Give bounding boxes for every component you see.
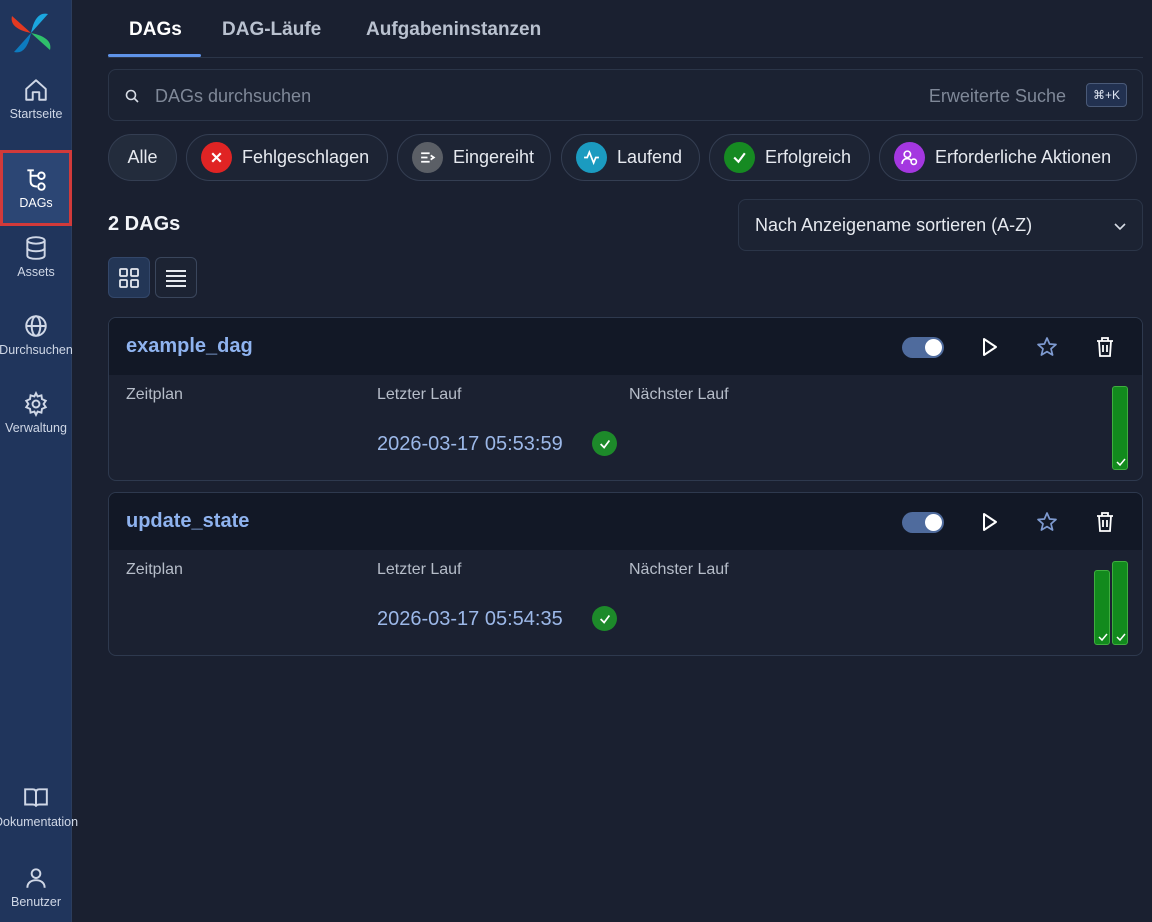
search-bar[interactable]: DAGs durchsuchen Erweiterte Suche ⌘+K <box>108 69 1143 121</box>
grid-view-button[interactable] <box>108 257 150 298</box>
schedule-label: Zeitplan <box>126 561 183 578</box>
activity-icon <box>576 142 607 173</box>
gear-icon <box>24 391 48 417</box>
trash-icon[interactable] <box>1093 335 1117 359</box>
search-input[interactable]: DAGs durchsuchen <box>155 86 311 107</box>
sidebar-item-durchsuchen[interactable]: Durchsuchen <box>0 300 73 370</box>
last-run-value[interactable]: 2026-03-17 05:54:35 <box>377 608 563 631</box>
dag-count: 2 DAGs <box>108 213 181 235</box>
filter-queued[interactable]: Eingereiht <box>397 134 551 181</box>
dag-card: update_state Zeitplan Letzter Lauf Nächs… <box>108 492 1143 656</box>
check-icon <box>1098 633 1108 642</box>
tab-task-instances[interactable]: Aufgabeninstanzen <box>366 19 541 41</box>
sidebar-item-dags[interactable]: DAGs <box>0 150 72 226</box>
sidebar-item-label: Durchsuchen <box>0 343 73 357</box>
play-icon[interactable] <box>977 510 1001 534</box>
globe-icon <box>25 315 47 337</box>
user-action-icon <box>894 142 925 173</box>
grid-icon <box>119 267 139 288</box>
sidebar-item-verwaltung[interactable]: Verwaltung <box>0 378 72 448</box>
tab-dag-runs[interactable]: DAG-Läufe <box>222 19 321 41</box>
last-run-value[interactable]: 2026-03-17 05:53:59 <box>377 433 563 456</box>
dag-card-header: example_dag <box>109 318 1142 375</box>
sidebar-item-label: Verwaltung <box>5 421 67 435</box>
shortcut-badge: ⌘+K <box>1086 83 1127 107</box>
tab-dags[interactable]: DAGs <box>129 19 182 41</box>
dag-active-toggle[interactable] <box>902 337 944 358</box>
sort-selected-value: Nach Anzeigename sortieren (A-Z) <box>755 215 1033 235</box>
sidebar-item-startseite[interactable]: Startseite <box>0 64 72 134</box>
run-bar[interactable] <box>1112 386 1128 470</box>
next-run-label: Nächster Lauf <box>629 561 729 578</box>
filter-label: Erfolgreich <box>765 147 852 167</box>
play-icon[interactable] <box>977 335 1001 359</box>
run-bar[interactable] <box>1094 570 1110 645</box>
filter-label: Laufend <box>617 147 683 167</box>
star-icon[interactable] <box>1035 510 1059 534</box>
last-run-label: Letzter Lauf <box>377 386 462 403</box>
database-icon <box>26 236 46 260</box>
queue-icon <box>412 142 443 173</box>
filter-running[interactable]: Laufend <box>561 134 700 181</box>
sidebar-item-benutzer[interactable]: Benutzer <box>0 852 72 922</box>
schedule-label: Zeitplan <box>126 386 183 403</box>
sort-select[interactable]: Nach Anzeigename sortieren (A-Z) <box>738 199 1143 251</box>
filter-all[interactable]: Alle <box>108 134 177 181</box>
dag-active-toggle[interactable] <box>902 512 944 533</box>
chevron-down-icon <box>1114 223 1126 231</box>
filter-required-actions[interactable]: Erforderliche Aktionen <box>879 134 1137 181</box>
check-icon <box>724 142 755 173</box>
sidebar-item-label: Dokumentation <box>0 815 79 829</box>
filter-failed[interactable]: Fehlgeschlagen <box>186 134 388 181</box>
filter-label: Eingereiht <box>453 147 535 167</box>
tab-bar: DAGs DAG-Läufe Aufgabeninstanzen <box>108 0 1143 58</box>
success-status-icon <box>592 431 617 456</box>
sidebar-item-label: DAGs <box>19 196 53 210</box>
airflow-logo-icon[interactable] <box>8 10 54 56</box>
sidebar-item-assets[interactable]: Assets <box>0 222 72 292</box>
dag-name-link[interactable]: update_state <box>126 510 249 533</box>
dag-card-header: update_state <box>109 493 1142 550</box>
active-tab-indicator <box>108 54 201 57</box>
sidebar-item-dokumentation[interactable]: Dokumentation <box>0 772 78 842</box>
dags-icon <box>27 169 46 191</box>
star-icon[interactable] <box>1035 335 1059 359</box>
x-icon <box>201 142 232 173</box>
search-icon <box>125 89 139 103</box>
user-icon <box>26 868 46 888</box>
run-bar[interactable] <box>1112 561 1128 645</box>
list-icon <box>166 269 186 287</box>
check-icon <box>1116 633 1126 642</box>
filter-label: Alle <box>127 147 158 167</box>
filter-label: Fehlgeschlagen <box>242 147 370 167</box>
book-icon <box>24 788 48 807</box>
success-status-icon <box>592 606 617 631</box>
home-icon <box>25 79 47 101</box>
check-icon <box>1116 458 1126 467</box>
filter-label: Erforderliche Aktionen <box>935 147 1112 167</box>
next-run-label: Nächster Lauf <box>629 386 729 403</box>
sidebar-item-label: Assets <box>17 265 55 279</box>
trash-icon[interactable] <box>1093 510 1117 534</box>
sidebar: Startseite DAGs Assets Durchsuchen Verwa… <box>0 0 78 922</box>
filter-success[interactable]: Erfolgreich <box>709 134 870 181</box>
last-run-label: Letzter Lauf <box>377 561 462 578</box>
list-view-button[interactable] <box>155 257 197 298</box>
advanced-search-link[interactable]: Erweiterte Suche <box>929 86 1066 107</box>
sidebar-item-label: Benutzer <box>10 895 62 909</box>
dag-name-link[interactable]: example_dag <box>126 335 253 358</box>
dag-card: example_dag Zeitplan Letzter Lauf Nächst… <box>108 317 1143 481</box>
sidebar-item-label: Startseite <box>9 107 63 121</box>
